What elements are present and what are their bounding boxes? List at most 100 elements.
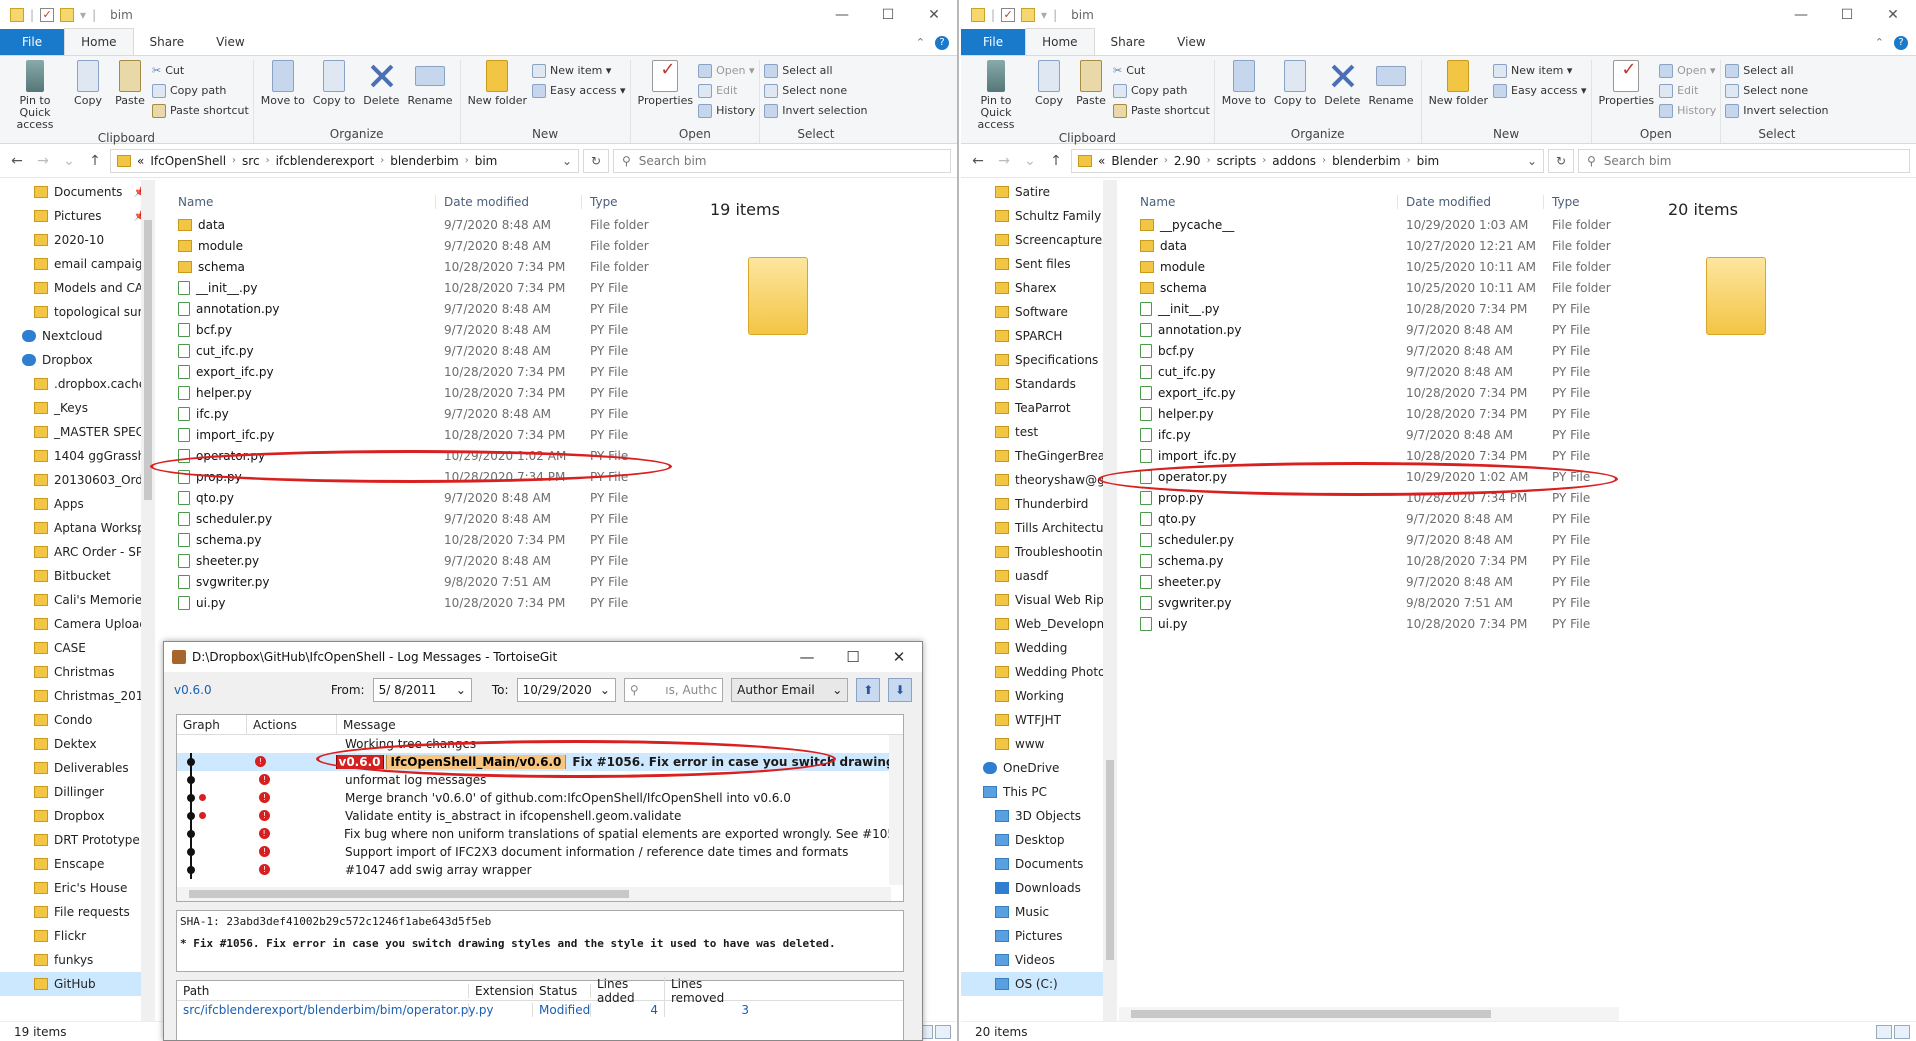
nav-item[interactable]: theoryshaw@gm (961, 468, 1104, 492)
file-row[interactable]: ifc.py 9/7/2020 8:48 AM PY File (170, 403, 690, 424)
file-row[interactable]: schema.py 10/28/2020 7:34 PM PY File (170, 529, 690, 550)
address-bar[interactable]: « IfcOpenShell › src › ifcblenderexport › b… (110, 148, 579, 173)
breadcrumb-scripts[interactable]: scripts (1217, 154, 1257, 168)
minimize-button[interactable]: — (1778, 0, 1824, 30)
nav-item[interactable]: OneDrive (961, 756, 1104, 780)
maximize-button[interactable]: ☐ (1824, 0, 1870, 30)
nav-item[interactable]: .dropbox.cache (0, 372, 154, 396)
pin-quick-access-button[interactable]: Pin to Quick access (965, 60, 1027, 131)
file-row[interactable]: scheduler.py 9/7/2020 8:48 AM PY File (1132, 529, 1652, 550)
file-row[interactable]: qto.py 9/7/2020 8:48 AM PY File (170, 487, 690, 508)
nav-scrollbar[interactable] (141, 180, 155, 1021)
nav-item[interactable]: Visual Web Ripp (961, 588, 1104, 612)
cut-button[interactable]: ✂ Cut (152, 62, 249, 79)
nav-scrollbar[interactable] (1103, 180, 1117, 1021)
file-row[interactable]: helper.py 10/28/2020 7:34 PM PY File (1132, 403, 1652, 424)
file-row[interactable]: data 9/7/2020 8:48 AM File folder (170, 214, 690, 235)
rename-button[interactable]: Rename (1365, 60, 1416, 127)
tab-share[interactable]: Share (134, 29, 201, 55)
delete-button[interactable]: Delete (360, 60, 402, 127)
maximize-button[interactable]: ☐ (865, 0, 911, 30)
nav-item[interactable]: 3D Objects (961, 804, 1104, 828)
nav-item[interactable]: 1404 ggGrasshop (0, 444, 154, 468)
close-button[interactable]: ✕ (1870, 0, 1916, 30)
tab-share[interactable]: Share (1095, 29, 1162, 55)
breadcrumb-addons[interactable]: addons (1272, 154, 1316, 168)
nav-item[interactable]: email campaign (0, 252, 154, 276)
file-row[interactable]: __pycache__ 10/29/2020 1:03 AM File folder (1132, 214, 1652, 235)
nav-item[interactable]: topological surv (0, 300, 154, 324)
file-row[interactable]: import_ifc.py 10/28/2020 7:34 PM PY File (170, 424, 690, 445)
new-item-button[interactable]: New item ▾ (1493, 62, 1587, 79)
nav-item[interactable]: Sent files (961, 252, 1104, 276)
column-lines-added[interactable]: Lines added (591, 976, 665, 1005)
column-actions[interactable]: Actions (247, 715, 337, 735)
new-folder-quick-icon[interactable] (60, 8, 75, 22)
large-icons-view-icon[interactable] (935, 1025, 951, 1039)
file-list-hscrollbar[interactable] (1119, 1007, 1619, 1021)
cut-button[interactable]: ✂ Cut (1113, 62, 1210, 79)
breadcrumb-bim[interactable]: bim (1417, 154, 1440, 168)
tab-view[interactable]: View (200, 29, 260, 55)
file-row[interactable]: helper.py 10/28/2020 7:34 PM PY File (170, 382, 690, 403)
nav-item[interactable]: Downloads (961, 876, 1104, 900)
paste-shortcut-button[interactable]: Paste shortcut (1113, 102, 1210, 119)
nav-item[interactable]: TheGingerBreadl (961, 444, 1104, 468)
arrow-down-icon[interactable]: ⬇ (888, 678, 912, 702)
column-name[interactable]: Name (170, 195, 436, 209)
history-button[interactable]: History (1659, 102, 1716, 119)
breadcrumb-blenderbim[interactable]: blenderbim (1332, 154, 1401, 168)
breadcrumb-bim[interactable]: bim (475, 154, 498, 168)
breadcrumb-2-90[interactable]: 2.90 (1174, 154, 1201, 168)
file-row[interactable]: __init__.py 10/28/2020 7:34 PM PY File (1132, 298, 1652, 319)
refresh-icon[interactable]: ↻ (1548, 148, 1574, 173)
column-path[interactable]: Path (177, 983, 469, 998)
file-row[interactable]: sheeter.py 9/7/2020 8:48 AM PY File (1132, 571, 1652, 592)
log-row[interactable]: ! Validate entity is_abstract in ifcopens… (177, 807, 903, 825)
file-row[interactable]: bcf.py 9/7/2020 8:48 AM PY File (170, 319, 690, 340)
nav-item[interactable]: Enscape (0, 852, 154, 876)
nav-item[interactable]: DRT Prototype (0, 828, 154, 852)
file-row[interactable]: export_ifc.py 10/28/2020 7:34 PM PY File (170, 361, 690, 382)
column-graph[interactable]: Graph (177, 715, 247, 735)
nav-item[interactable]: Dillinger (0, 780, 154, 804)
nav-item[interactable]: Thunderbird (961, 492, 1104, 516)
paste-shortcut-button[interactable]: Paste shortcut (152, 102, 249, 119)
forward-arrow-icon[interactable]: → (32, 153, 54, 169)
breadcrumb-blenderbim[interactable]: blenderbim (390, 154, 459, 168)
nav-item[interactable]: Dektex (0, 732, 154, 756)
refresh-icon[interactable]: ↻ (583, 148, 609, 173)
log-row[interactable]: ! #1047 add swig array wrapper (177, 861, 903, 879)
properties-button[interactable]: Properties (635, 60, 697, 127)
file-row[interactable]: schema.py 10/28/2020 7:34 PM PY File (1132, 550, 1652, 571)
nav-item[interactable]: Working (961, 684, 1104, 708)
easy-access-button[interactable]: Easy access ▾ (532, 82, 626, 99)
tab-home[interactable]: Home (64, 28, 134, 55)
column-type[interactable]: Type (582, 195, 682, 209)
back-arrow-icon[interactable]: ← (6, 153, 28, 169)
nav-item[interactable]: TeaParrot (961, 396, 1104, 420)
select-none-button[interactable]: Select none (764, 82, 867, 99)
nav-item[interactable]: Desktop (961, 828, 1104, 852)
search-box[interactable]: ⚲ Search bim (1578, 148, 1910, 173)
nav-item[interactable]: Sharex (961, 276, 1104, 300)
column-date-modified[interactable]: Date modified (1398, 195, 1544, 209)
branch-link[interactable]: v0.6.0 (174, 683, 323, 697)
file-row[interactable]: __init__.py 10/28/2020 7:34 PM PY File (170, 277, 690, 298)
nav-item[interactable]: Christmas (0, 660, 154, 684)
edit-button[interactable]: Edit (698, 82, 755, 99)
open-button[interactable]: Open ▾ (1659, 62, 1716, 79)
copy-button[interactable]: Copy (68, 60, 108, 131)
nav-item[interactable]: This PC (961, 780, 1104, 804)
nav-item[interactable]: File requests (0, 900, 154, 924)
log-row[interactable]: ! v0.6.0 IfcOpenShell_Main/v0.6.0 Fix #1056… (177, 753, 903, 771)
file-row[interactable]: ifc.py 9/7/2020 8:48 AM PY File (1132, 424, 1652, 445)
details-view-icon[interactable] (1876, 1025, 1892, 1039)
pin-quick-access-button[interactable]: Pin to Quick access (4, 60, 66, 131)
log-row[interactable]: Working tree changes (177, 735, 903, 753)
changed-file-row[interactable]: src/ifcblenderexport/blenderbim/bim/oper… (177, 1001, 903, 1019)
file-row[interactable]: schema 10/25/2020 10:11 AM File folder (1132, 277, 1652, 298)
delete-button[interactable]: Delete (1321, 60, 1363, 127)
column-name[interactable]: Name (1132, 195, 1398, 209)
copy-to-button[interactable]: Copy to (310, 60, 358, 127)
